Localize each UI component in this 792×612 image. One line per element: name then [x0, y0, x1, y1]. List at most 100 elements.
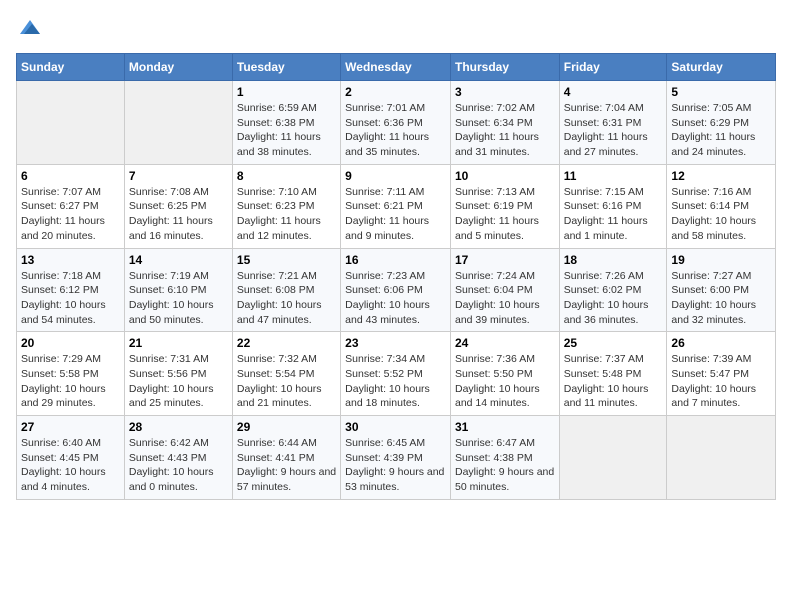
- sunset: Sunset: 5:52 PM: [345, 368, 423, 380]
- daylight: Daylight: 10 hours and 25 minutes.: [129, 383, 214, 410]
- sunrise: Sunrise: 7:39 AM: [671, 353, 751, 365]
- sunrise: Sunrise: 7:29 AM: [21, 353, 101, 365]
- sunrise: Sunrise: 6:45 AM: [345, 437, 425, 449]
- calendar-cell: 30 Sunrise: 6:45 AMSunset: 4:39 PMDayligh…: [341, 416, 451, 500]
- day-number: 27: [21, 420, 120, 434]
- sunrise: Sunrise: 7:13 AM: [455, 186, 535, 198]
- day-number: 3: [455, 85, 555, 99]
- header-day-tuesday: Tuesday: [232, 54, 340, 81]
- sunrise: Sunrise: 7:07 AM: [21, 186, 101, 198]
- day-info: Sunrise: 7:36 AMSunset: 5:50 PMDaylight:…: [455, 352, 555, 411]
- calendar-week-1: 1Sunrise: 6:59 AMSunset: 6:38 PMDaylight…: [17, 81, 776, 165]
- day-info: Sunrise: 7:32 AMSunset: 5:54 PMDaylight:…: [237, 352, 336, 411]
- calendar-week-4: 20 Sunrise: 7:29 AM Sunset: 5:58 PM Dayligh…: [17, 332, 776, 416]
- daylight: Daylight: 10 hours and 4 minutes.: [21, 466, 106, 493]
- day-info: Sunrise: 7:16 AMSunset: 6:14 PMDaylight:…: [671, 185, 771, 244]
- sunrise: Sunrise: 7:23 AM: [345, 270, 425, 282]
- calendar-cell: 21Sunrise: 7:31 AMSunset: 5:56 PMDayligh…: [124, 332, 232, 416]
- calendar-cell: 3Sunrise: 7:02 AMSunset: 6:34 PMDaylight…: [450, 81, 559, 165]
- daylight: Daylight: 11 hours and 5 minutes.: [455, 215, 539, 242]
- day-number: 14: [129, 253, 228, 267]
- day-number: 9: [345, 169, 446, 183]
- calendar-cell: 24Sunrise: 7:36 AMSunset: 5:50 PMDayligh…: [450, 332, 559, 416]
- sunrise: Sunrise: 7:04 AM: [564, 102, 644, 114]
- daylight: Daylight: 10 hours and 43 minutes.: [345, 299, 430, 326]
- header-day-friday: Friday: [559, 54, 667, 81]
- header-day-saturday: Saturday: [667, 54, 776, 81]
- sunrise: Sunrise: 7:24 AM: [455, 270, 535, 282]
- sunset: Sunset: 6:14 PM: [671, 200, 749, 212]
- daylight: Daylight: 11 hours and 12 minutes.: [237, 215, 321, 242]
- sunset: Sunset: 4:41 PM: [237, 452, 315, 464]
- sunrise: Sunrise: 6:42 AM: [129, 437, 209, 449]
- day-info: Sunrise: 6:47 AMSunset: 4:38 PMDaylight:…: [455, 436, 555, 495]
- header-day-wednesday: Wednesday: [341, 54, 451, 81]
- day-number: 4: [564, 85, 663, 99]
- day-info: Sunrise: 6:40 AMSunset: 4:45 PMDaylight:…: [21, 436, 120, 495]
- daylight: Daylight: 10 hours and 21 minutes.: [237, 383, 322, 410]
- calendar-cell: 17Sunrise: 7:24 AMSunset: 6:04 PMDayligh…: [450, 248, 559, 332]
- calendar-cell: [17, 81, 125, 165]
- sunrise: Sunrise: 7:36 AM: [455, 353, 535, 365]
- calendar-cell: 20 Sunrise: 7:29 AM Sunset: 5:58 PM Dayligh…: [17, 332, 125, 416]
- daylight: Daylight: 10 hours and 14 minutes.: [455, 383, 540, 410]
- calendar-cell: 23Sunrise: 7:34 AMSunset: 5:52 PMDayligh…: [341, 332, 451, 416]
- sunrise: Sunrise: 7:37 AM: [564, 353, 644, 365]
- calendar-week-3: 13Sunrise: 7:18 AMSunset: 6:12 PMDayligh…: [17, 248, 776, 332]
- calendar-cell: 8Sunrise: 7:10 AMSunset: 6:23 PMDaylight…: [232, 164, 340, 248]
- day-number: 5: [671, 85, 771, 99]
- sunrise: Sunrise: 6:40 AM: [21, 437, 101, 449]
- calendar-cell: 5Sunrise: 7:05 AMSunset: 6:29 PMDaylight…: [667, 81, 776, 165]
- day-number: 26: [671, 336, 771, 350]
- day-info: Sunrise: 7:08 AMSunset: 6:25 PMDaylight:…: [129, 185, 228, 244]
- calendar-cell: 15Sunrise: 7:21 AMSunset: 6:08 PMDayligh…: [232, 248, 340, 332]
- sunrise: Sunrise: 7:26 AM: [564, 270, 644, 282]
- sunset: Sunset: 5:54 PM: [237, 368, 315, 380]
- sunset: Sunset: 6:06 PM: [345, 284, 423, 296]
- day-number: 20: [21, 336, 120, 350]
- day-number: 31: [455, 420, 555, 434]
- day-number: 30: [345, 420, 446, 434]
- sunrise: Sunrise: 6:44 AM: [237, 437, 317, 449]
- calendar-cell: [124, 81, 232, 165]
- sunset: Sunset: 6:08 PM: [237, 284, 315, 296]
- sunset: Sunset: 5:58 PM: [21, 368, 99, 380]
- day-info: Sunrise: 6:45 AMSunset: 4:39 PMDaylight:…: [345, 436, 446, 495]
- day-number: 29: [237, 420, 336, 434]
- day-info: Sunrise: 7:10 AMSunset: 6:23 PMDaylight:…: [237, 185, 336, 244]
- day-info: Sunrise: 7:15 AMSunset: 6:16 PMDaylight:…: [564, 185, 663, 244]
- sunrise: Sunrise: 7:27 AM: [671, 270, 751, 282]
- day-number: 2: [345, 85, 446, 99]
- logo: [16, 16, 44, 45]
- sunset: Sunset: 5:47 PM: [671, 368, 749, 380]
- day-info: Sunrise: 7:24 AMSunset: 6:04 PMDaylight:…: [455, 269, 555, 328]
- day-number: 28: [129, 420, 228, 434]
- daylight: Daylight: 10 hours and 7 minutes.: [671, 383, 756, 410]
- day-info: Sunrise: 7:07 AMSunset: 6:27 PMDaylight:…: [21, 185, 120, 244]
- daylight: Daylight: 10 hours and 29 minutes.: [21, 383, 106, 410]
- sunrise: Sunrise: 7:15 AM: [564, 186, 644, 198]
- day-info: Sunrise: 7:27 AMSunset: 6:00 PMDaylight:…: [671, 269, 771, 328]
- day-number: 12: [671, 169, 771, 183]
- sunset: Sunset: 6:04 PM: [455, 284, 533, 296]
- day-number: 18: [564, 253, 663, 267]
- sunrise: Sunrise: 7:34 AM: [345, 353, 425, 365]
- calendar-cell: [559, 416, 667, 500]
- sunrise: Sunrise: 7:31 AM: [129, 353, 209, 365]
- calendar-cell: 13Sunrise: 7:18 AMSunset: 6:12 PMDayligh…: [17, 248, 125, 332]
- sunset: Sunset: 6:38 PM: [237, 117, 315, 129]
- day-number: 19: [671, 253, 771, 267]
- sunrise: Sunrise: 6:59 AM: [237, 102, 317, 114]
- day-info: Sunrise: 7:34 AMSunset: 5:52 PMDaylight:…: [345, 352, 446, 411]
- day-info: Sunrise: 7:11 AMSunset: 6:21 PMDaylight:…: [345, 185, 446, 244]
- page-header: [16, 16, 776, 45]
- calendar-cell: 10Sunrise: 7:13 AMSunset: 6:19 PMDayligh…: [450, 164, 559, 248]
- calendar-cell: 26 Sunrise: 7:39 AM Sunset: 5:47 PM Dayligh…: [667, 332, 776, 416]
- calendar-week-2: 6Sunrise: 7:07 AMSunset: 6:27 PMDaylight…: [17, 164, 776, 248]
- sunset: Sunset: 6:23 PM: [237, 200, 315, 212]
- calendar-cell: 28Sunrise: 6:42 AMSunset: 4:43 PMDayligh…: [124, 416, 232, 500]
- logo-icon: [18, 16, 42, 40]
- daylight: Daylight: 11 hours and 9 minutes.: [345, 215, 429, 242]
- day-info: Sunrise: 7:21 AMSunset: 6:08 PMDaylight:…: [237, 269, 336, 328]
- day-number: 22: [237, 336, 336, 350]
